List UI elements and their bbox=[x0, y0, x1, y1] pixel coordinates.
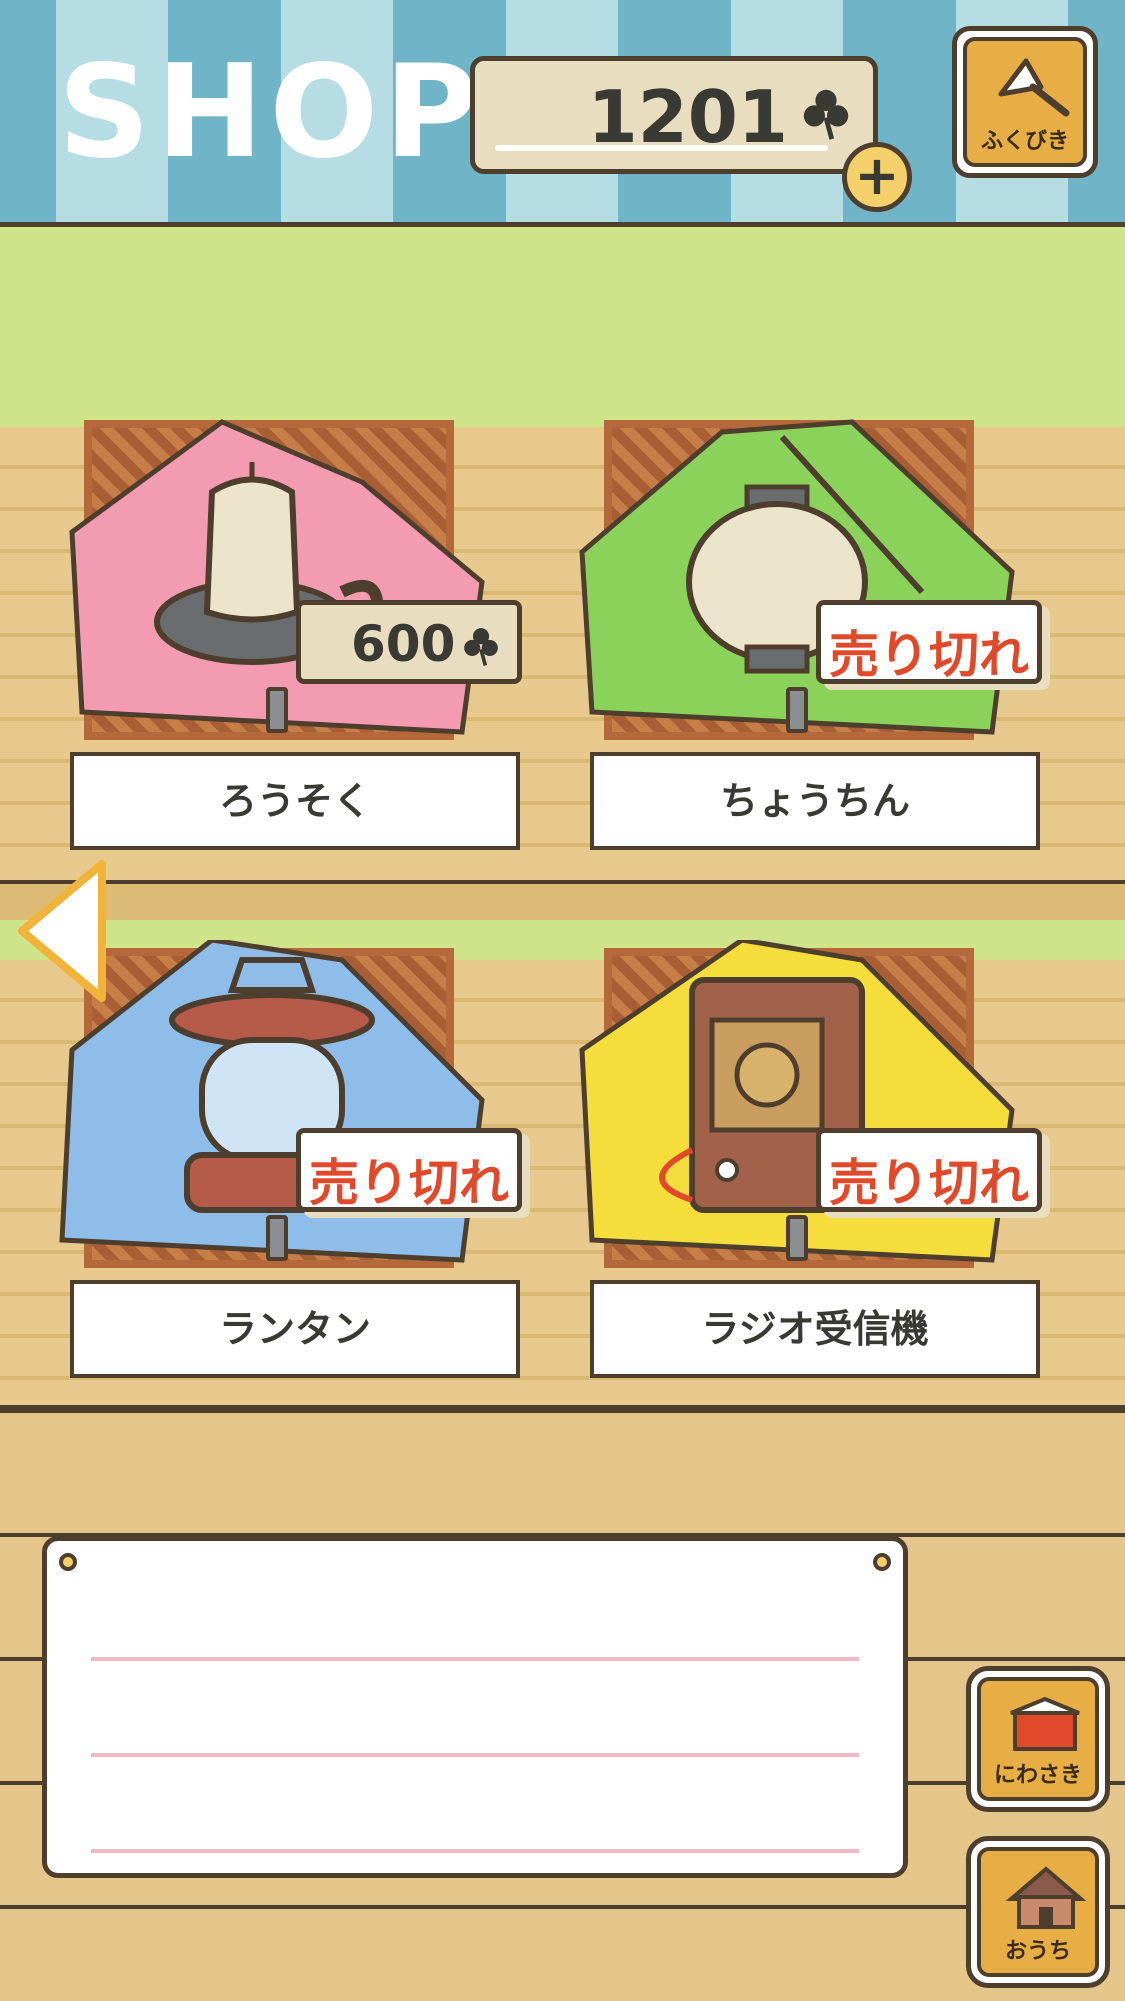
sold-out-label: 売り切れ bbox=[309, 1154, 509, 1212]
sold-out-tag: 売り切れ bbox=[816, 1128, 1042, 1212]
lottery-button[interactable]: ふくびき bbox=[952, 26, 1098, 178]
shop-item[interactable]: 600 ろうそく bbox=[42, 412, 522, 850]
sold-out-label: 売り切れ bbox=[829, 626, 1029, 684]
clover-count: 1201 bbox=[587, 75, 788, 159]
price-tag: 600 bbox=[296, 600, 522, 684]
sold-out-label: 売り切れ bbox=[829, 1154, 1029, 1212]
garden-label: にわさき bbox=[993, 1763, 1082, 1788]
item-name: ランタン bbox=[70, 1280, 520, 1378]
house-icon bbox=[1005, 1866, 1087, 1929]
lottery-label: ふくびき bbox=[980, 129, 1069, 154]
home-label: おうち bbox=[1004, 1939, 1071, 1964]
message-board bbox=[42, 1536, 908, 1878]
bell-icon bbox=[998, 58, 1070, 117]
shop-item[interactable]: 売り切れ ラジオ受信機 bbox=[562, 940, 1042, 1378]
page-title: SHOP bbox=[58, 38, 484, 187]
item-name: ラジオ受信機 bbox=[590, 1280, 1040, 1378]
clover-icon bbox=[464, 628, 498, 667]
gift-box-icon bbox=[1010, 1696, 1080, 1751]
shelf-divider bbox=[0, 1405, 1125, 1413]
garden-button[interactable]: にわさき bbox=[966, 1666, 1110, 1812]
previous-page-arrow-icon[interactable] bbox=[14, 858, 110, 1004]
home-button[interactable]: おうち bbox=[966, 1836, 1110, 1988]
add-clovers-button[interactable]: + bbox=[842, 142, 912, 212]
shop-item[interactable]: 売り切れ ランタン bbox=[42, 940, 522, 1378]
clover-icon bbox=[803, 89, 849, 140]
item-name: ちょうちん bbox=[590, 752, 1040, 850]
item-name: ろうそく bbox=[70, 752, 520, 850]
sold-out-tag: 売り切れ bbox=[296, 1128, 522, 1212]
shop-item[interactable]: 売り切れ ちょうちん bbox=[562, 412, 1042, 850]
back-wall bbox=[0, 227, 1125, 427]
clover-balance: 1201 bbox=[470, 56, 878, 174]
sold-out-tag: 売り切れ bbox=[816, 600, 1042, 684]
